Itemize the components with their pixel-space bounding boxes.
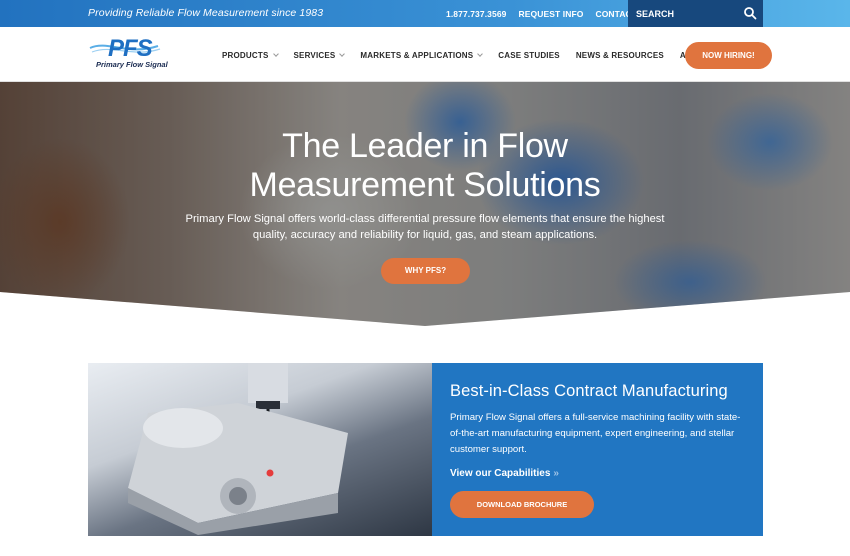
nav-item-products[interactable]: PRODUCTS bbox=[222, 51, 279, 60]
hero-banner: The Leader in Flow Measurement Solutions… bbox=[0, 82, 850, 326]
nav-label: NEWS & RESOURCES bbox=[575, 51, 664, 60]
nav-item-services[interactable]: SERVICES bbox=[293, 51, 346, 60]
main-nav: PFS Primary Flow Signal PRODUCTS SERVICE… bbox=[0, 27, 850, 82]
search-box bbox=[628, 0, 763, 27]
nav-menu: PRODUCTS SERVICES MARKETS & APPLICATIONS… bbox=[222, 51, 720, 60]
link-label: View our Capabilities bbox=[450, 468, 551, 479]
pfs-logo-icon: PFS bbox=[89, 35, 161, 62]
request-info-link[interactable]: REQUEST INFO bbox=[519, 9, 584, 19]
nav-label: MARKETS & APPLICATIONS bbox=[360, 51, 474, 60]
search-input[interactable] bbox=[636, 6, 736, 21]
contract-manufacturing-panel: Best-in-Class Contract Manufacturing Pri… bbox=[432, 363, 763, 536]
nav-item-markets-applications[interactable]: MARKETS & APPLICATIONS bbox=[360, 51, 484, 60]
chevron-down-icon bbox=[477, 51, 484, 57]
feature-title: Best-in-Class Contract Manufacturing bbox=[450, 382, 728, 400]
double-chevron-right-icon: » bbox=[553, 468, 559, 479]
top-bar: Providing Reliable Flow Measurement sinc… bbox=[0, 0, 850, 27]
svg-text:PFS: PFS bbox=[108, 35, 153, 62]
search-icon[interactable] bbox=[743, 6, 757, 20]
download-brochure-button[interactable]: DOWNLOAD BROCHURE bbox=[450, 491, 594, 518]
nav-item-case-studies[interactable]: CASE STUDIES bbox=[498, 51, 560, 60]
hero-title-line2: Measurement Solutions bbox=[249, 166, 601, 204]
logo[interactable]: PFS Primary Flow Signal bbox=[88, 34, 178, 72]
tagline: Providing Reliable Flow Measurement sinc… bbox=[88, 7, 324, 19]
chevron-down-icon bbox=[339, 51, 346, 57]
hero-title: The Leader in Flow Measurement Solutions bbox=[0, 127, 850, 205]
machined-part-illustration bbox=[128, 363, 348, 535]
nav-label: CASE STUDIES bbox=[498, 51, 560, 60]
machined-part-image bbox=[88, 363, 432, 536]
phone-link[interactable]: 1.877.737.3569 bbox=[446, 9, 507, 19]
chevron-down-icon bbox=[272, 51, 279, 57]
nav-label: PRODUCTS bbox=[222, 51, 269, 60]
top-links: 1.877.737.3569 REQUEST INFO CONTACT bbox=[446, 9, 637, 19]
view-capabilities-link[interactable]: View our Capabilities» bbox=[450, 468, 559, 479]
hero-title-line1: The Leader in Flow bbox=[282, 127, 568, 165]
logo-wordmark: Primary Flow Signal bbox=[96, 60, 168, 69]
why-pfs-button[interactable]: WHY PFS? bbox=[381, 258, 470, 284]
nav-item-news-resources[interactable]: NEWS & RESOURCES bbox=[576, 51, 664, 60]
nav-label: SERVICES bbox=[293, 51, 336, 60]
now-hiring-button[interactable]: NOW HIRING! bbox=[685, 42, 772, 69]
feature-description: Primary Flow Signal offers a full-servic… bbox=[450, 412, 741, 455]
hero-description: Primary Flow Signal offers world-class d… bbox=[185, 213, 665, 241]
